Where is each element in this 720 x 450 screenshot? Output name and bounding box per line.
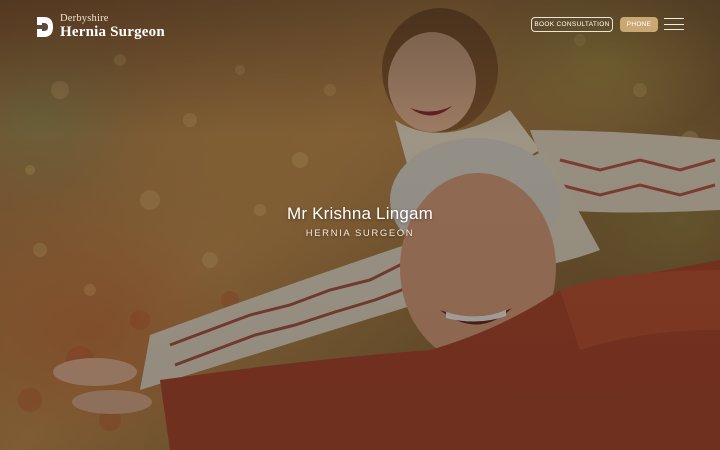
logo-line-1: Derbyshire (60, 12, 109, 24)
site-logo[interactable]: Derbyshire Hernia Surgeon (36, 12, 165, 41)
hamburger-menu-icon[interactable] (664, 17, 684, 31)
book-consultation-button[interactable]: BOOK CONSULTATION (531, 17, 613, 32)
logo-line-2: Hernia Surgeon (60, 24, 165, 41)
menu-line-bottom (664, 29, 684, 31)
menu-line-middle (664, 23, 684, 25)
phone-button[interactable]: PHONE (620, 17, 658, 32)
hero-dark-overlay (0, 0, 720, 450)
d-monogram-icon (37, 17, 53, 37)
hero-subtitle: HERNIA SURGEON (305, 228, 415, 239)
logo-wordmark: Derbyshire Hernia Surgeon (60, 12, 165, 41)
hero-title: Mr Krishna Lingam (286, 204, 434, 223)
menu-line-top (664, 18, 684, 20)
